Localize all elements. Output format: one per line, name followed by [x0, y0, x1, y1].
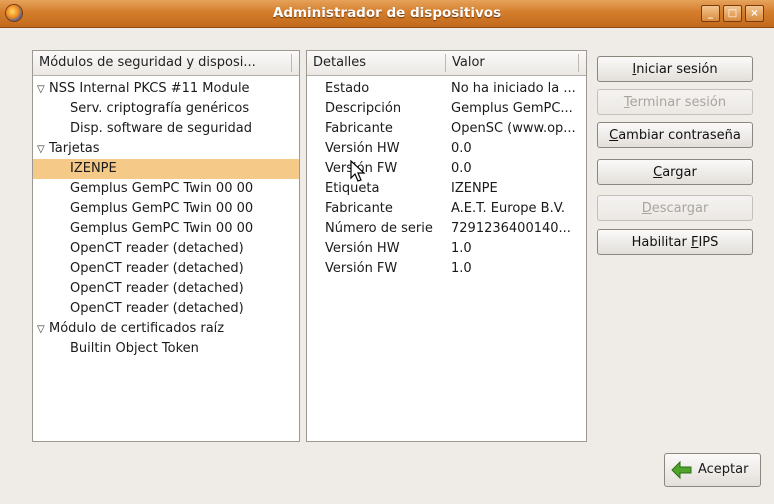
- detail-key: Estado: [325, 81, 370, 96]
- detail-row[interactable]: Versión HW 0.0: [307, 139, 586, 159]
- detail-row[interactable]: Estado No ha iniciado la ...: [307, 79, 586, 99]
- detail-key: Fabricante: [325, 201, 393, 216]
- detail-row[interactable]: Número de serie 7291236400140...: [307, 219, 586, 239]
- tree-item-label: OpenCT reader (detached): [70, 261, 244, 276]
- details-list: Estado No ha iniciado la ... Descripción Ge…: [307, 76, 586, 279]
- expander-triangle-icon[interactable]: ▽: [37, 145, 47, 155]
- details-column-header[interactable]: Detalles Valor: [307, 51, 586, 76]
- detail-row[interactable]: Versión HW 1.0: [307, 239, 586, 259]
- detail-key: Versión HW: [325, 241, 400, 256]
- tree-item[interactable]: Builtin Object Token: [33, 339, 299, 359]
- detail-value: 1.0: [451, 241, 472, 256]
- tree-item[interactable]: Serv. criptografía genéricos: [33, 99, 299, 119]
- tree-item[interactable]: ▽ Módulo de certificados raíz: [33, 319, 299, 339]
- expander-triangle-icon[interactable]: ▽: [37, 325, 47, 335]
- tree-item-label: Disp. software de seguridad: [70, 121, 252, 136]
- check-arrow-icon: [671, 460, 692, 480]
- tree-item-label: Gemplus GemPC Twin 00 00: [70, 201, 254, 216]
- detail-value: OpenSC (www.op...: [451, 121, 576, 136]
- detail-key: Descripción: [325, 101, 402, 116]
- tree-item-label: Gemplus GemPC Twin 00 00: [70, 221, 254, 236]
- tree-item[interactable]: Gemplus GemPC Twin 00 00: [33, 199, 299, 219]
- tree-item-label: Builtin Object Token: [70, 341, 199, 356]
- modules-tree[interactable]: Módulos de seguridad y disposi... ▽ NSS I…: [32, 50, 300, 442]
- tree-item-label: Serv. criptografía genéricos: [70, 101, 250, 116]
- enable-fips-button[interactable]: Habilitar FIPS: [597, 229, 753, 255]
- tree-item-label: OpenCT reader (detached): [70, 281, 244, 296]
- close-button[interactable]: ×: [745, 5, 764, 22]
- detail-value: 0.0: [451, 161, 472, 176]
- logout-button[interactable]: Terminar sesión: [597, 89, 753, 115]
- tree-item[interactable]: ▽ NSS Internal PKCS #11 Module: [33, 79, 299, 99]
- detail-value: 7291236400140...: [451, 221, 571, 236]
- detail-row[interactable]: Etiqueta IZENPE: [307, 179, 586, 199]
- expander-triangle-icon[interactable]: ▽: [37, 85, 47, 95]
- detail-key: Versión FW: [325, 161, 398, 176]
- ok-button-label: Aceptar: [698, 462, 749, 477]
- login-button[interactable]: Iniciar sesión: [597, 56, 753, 82]
- detail-key: Versión FW: [325, 261, 398, 276]
- maximize-button[interactable]: □: [723, 5, 742, 22]
- detail-value: Gemplus GemPC...: [451, 101, 573, 116]
- tree-item-label: Módulo de certificados raíz: [49, 321, 225, 336]
- tree-item-label: Gemplus GemPC Twin 00 00: [70, 181, 254, 196]
- detail-row[interactable]: Fabricante A.E.T. Europe B.V.: [307, 199, 586, 219]
- modules-tree-list: ▽ NSS Internal PKCS #11 Module Serv. cript…: [33, 76, 299, 359]
- detail-value: 1.0: [451, 261, 472, 276]
- tree-item[interactable]: OpenCT reader (detached): [33, 299, 299, 319]
- change-password-button[interactable]: Cambiar contraseña: [597, 122, 753, 148]
- tree-item[interactable]: OpenCT reader (detached): [33, 259, 299, 279]
- tree-item-label: OpenCT reader (detached): [70, 241, 244, 256]
- minimize-button[interactable]: _: [701, 5, 720, 22]
- detail-key: Versión HW: [325, 141, 400, 156]
- tree-item[interactable]: OpenCT reader (detached): [33, 239, 299, 259]
- device-manager-window: Administrador de dispositivos _ □ × Módu…: [0, 0, 774, 504]
- detail-row[interactable]: Descripción Gemplus GemPC...: [307, 99, 586, 119]
- details-header-value: Valor: [452, 55, 485, 70]
- mouse-pointer-icon: [350, 160, 366, 182]
- tree-item-label: Tarjetas: [49, 141, 100, 156]
- detail-value: IZENPE: [451, 181, 498, 196]
- tree-item[interactable]: Gemplus GemPC Twin 00 00: [33, 219, 299, 239]
- tree-item[interactable]: Gemplus GemPC Twin 00 00: [33, 179, 299, 199]
- modules-header-label: Módulos de seguridad y disposi...: [39, 55, 256, 70]
- detail-value: A.E.T. Europe B.V.: [451, 201, 566, 216]
- detail-value: 0.0: [451, 141, 472, 156]
- tree-item-label: OpenCT reader (detached): [70, 301, 244, 316]
- detail-key: Etiqueta: [325, 181, 380, 196]
- tree-item[interactable]: ▽ Tarjetas: [33, 139, 299, 159]
- tree-item[interactable]: OpenCT reader (detached): [33, 279, 299, 299]
- detail-row[interactable]: Versión FW 1.0: [307, 259, 586, 279]
- detail-row[interactable]: Versión FW 0.0: [307, 159, 586, 179]
- tree-item[interactable]: IZENPE: [33, 159, 299, 179]
- ok-button[interactable]: Aceptar: [664, 453, 761, 487]
- title-bar[interactable]: Administrador de dispositivos _ □ ×: [0, 0, 774, 28]
- unload-button[interactable]: Descargar: [597, 195, 753, 221]
- details-header-key: Detalles: [313, 55, 367, 70]
- modules-column-header[interactable]: Módulos de seguridad y disposi...: [33, 51, 299, 76]
- detail-value: No ha iniciado la ...: [451, 81, 576, 96]
- window-title: Administrador de dispositivos: [272, 5, 502, 21]
- tree-item-label: NSS Internal PKCS #11 Module: [49, 81, 250, 96]
- detail-key: Fabricante: [325, 121, 393, 136]
- tree-item[interactable]: Disp. software de seguridad: [33, 119, 299, 139]
- detail-key: Número de serie: [325, 221, 433, 236]
- details-table[interactable]: Detalles Valor Estado No ha iniciado la .…: [306, 50, 587, 442]
- detail-row[interactable]: Fabricante OpenSC (www.op...: [307, 119, 586, 139]
- load-button[interactable]: Cargar: [597, 159, 753, 185]
- tree-item-label: IZENPE: [70, 161, 117, 176]
